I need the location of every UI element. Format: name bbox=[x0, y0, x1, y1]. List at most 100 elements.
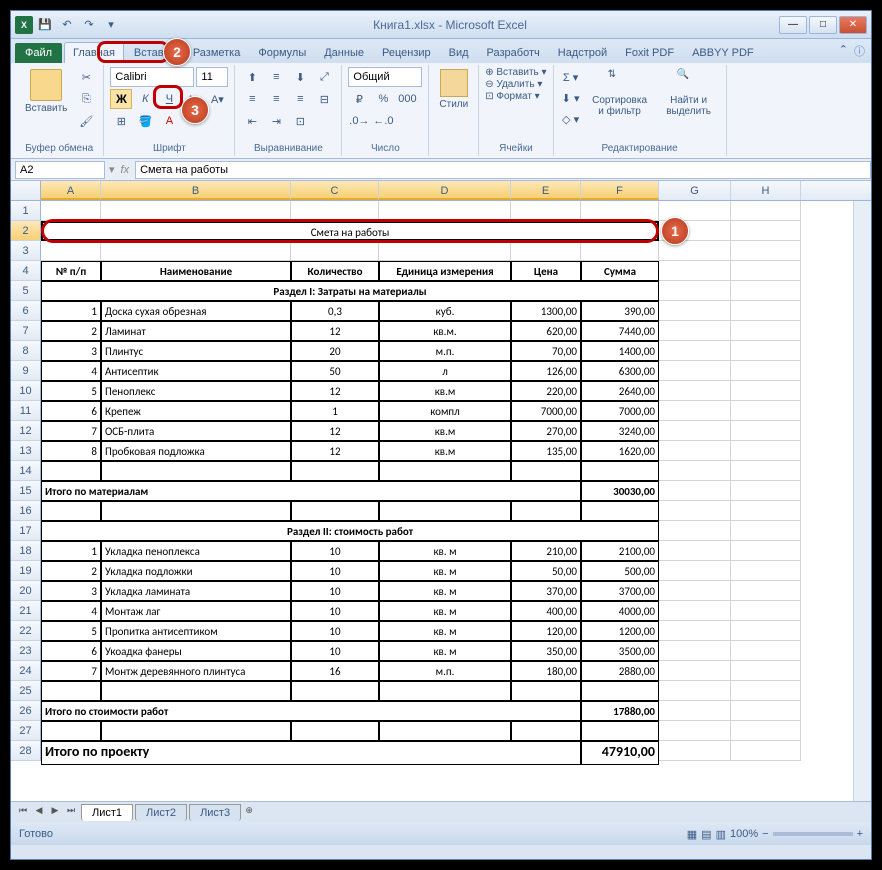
tab-foxit[interactable]: Foxit PDF bbox=[617, 43, 682, 63]
align-middle-icon[interactable]: ≡ bbox=[265, 67, 287, 87]
cell[interactable]: м.п. bbox=[379, 341, 511, 361]
cell[interactable]: 12 bbox=[291, 441, 379, 461]
cell[interactable]: 7000,00 bbox=[581, 401, 659, 421]
align-right-icon[interactable]: ≡ bbox=[289, 89, 311, 109]
cell[interactable]: кв. м bbox=[379, 621, 511, 641]
cell[interactable] bbox=[101, 721, 291, 741]
row-header[interactable]: 23 bbox=[11, 641, 41, 661]
cell[interactable]: Итого по материалам bbox=[41, 481, 581, 501]
select-all-corner[interactable] bbox=[11, 181, 41, 200]
cell[interactable] bbox=[731, 361, 801, 381]
font-color-icon[interactable]: A bbox=[158, 111, 180, 131]
cell[interactable]: 270,00 bbox=[511, 421, 581, 441]
cell[interactable]: Укладка подложки bbox=[101, 561, 291, 581]
cell[interactable]: 120,00 bbox=[511, 621, 581, 641]
zoom-level[interactable]: 100% bbox=[730, 828, 758, 840]
cell[interactable] bbox=[659, 641, 731, 661]
cell[interactable]: 3240,00 bbox=[581, 421, 659, 441]
cell[interactable] bbox=[41, 241, 101, 261]
cell[interactable] bbox=[731, 521, 801, 541]
cell[interactable] bbox=[731, 501, 801, 521]
cell[interactable] bbox=[659, 441, 731, 461]
cell[interactable] bbox=[291, 501, 379, 521]
cell[interactable] bbox=[379, 681, 511, 701]
col-header-H[interactable]: H bbox=[731, 181, 801, 200]
cell[interactable]: ОСБ-плита bbox=[101, 421, 291, 441]
row-header[interactable]: 3 bbox=[11, 241, 41, 261]
cell[interactable] bbox=[41, 201, 101, 221]
delete-cells-button[interactable]: ⊖ Удалить ▾ bbox=[485, 79, 546, 90]
cell[interactable] bbox=[41, 721, 101, 741]
cell[interactable]: 1620,00 bbox=[581, 441, 659, 461]
decimal-decrease-icon[interactable]: ←.0 bbox=[372, 111, 394, 131]
cell[interactable] bbox=[731, 641, 801, 661]
cell[interactable] bbox=[41, 681, 101, 701]
cell[interactable]: 30030,00 bbox=[581, 481, 659, 501]
cell[interactable] bbox=[511, 501, 581, 521]
tab-data[interactable]: Данные bbox=[316, 43, 372, 63]
cell[interactable]: кв.м bbox=[379, 421, 511, 441]
cell[interactable] bbox=[659, 281, 731, 301]
cell[interactable]: 135,00 bbox=[511, 441, 581, 461]
cell[interactable] bbox=[659, 681, 731, 701]
cell[interactable]: 10 bbox=[291, 581, 379, 601]
cell[interactable]: Наименование bbox=[101, 261, 291, 281]
cell[interactable] bbox=[731, 541, 801, 561]
maximize-button[interactable]: □ bbox=[809, 16, 837, 34]
cell[interactable]: кв. м bbox=[379, 641, 511, 661]
cell[interactable] bbox=[581, 241, 659, 261]
cell[interactable]: 4 bbox=[41, 361, 101, 381]
col-header-C[interactable]: C bbox=[291, 181, 379, 200]
cell[interactable] bbox=[659, 701, 731, 721]
cell[interactable]: куб. bbox=[379, 301, 511, 321]
row-header[interactable]: 7 bbox=[11, 321, 41, 341]
cell[interactable]: 10 bbox=[291, 621, 379, 641]
cell[interactable] bbox=[659, 401, 731, 421]
cell[interactable]: 180,00 bbox=[511, 661, 581, 681]
sheet-tab-3[interactable]: Лист3 bbox=[189, 804, 241, 821]
align-left-icon[interactable]: ≡ bbox=[241, 89, 263, 109]
cell[interactable] bbox=[659, 661, 731, 681]
cell[interactable] bbox=[731, 441, 801, 461]
cell[interactable] bbox=[731, 321, 801, 341]
row-header[interactable]: 11 bbox=[11, 401, 41, 421]
row-header[interactable]: 15 bbox=[11, 481, 41, 501]
fill-color-icon[interactable]: 🪣 bbox=[134, 111, 156, 131]
cell[interactable] bbox=[659, 361, 731, 381]
cell[interactable] bbox=[511, 241, 581, 261]
cell[interactable]: 0,3 bbox=[291, 301, 379, 321]
minimize-ribbon-icon[interactable]: ⌃ bbox=[839, 43, 848, 59]
file-tab[interactable]: Файл bbox=[15, 43, 62, 63]
row-header[interactable]: 21 bbox=[11, 601, 41, 621]
cell[interactable] bbox=[731, 401, 801, 421]
cell[interactable] bbox=[659, 341, 731, 361]
cell[interactable]: № п/п bbox=[41, 261, 101, 281]
cell[interactable] bbox=[731, 421, 801, 441]
cell[interactable]: Пеноплекс bbox=[101, 381, 291, 401]
cell[interactable]: кв. м bbox=[379, 581, 511, 601]
row-header[interactable]: 19 bbox=[11, 561, 41, 581]
cell[interactable]: Укладка ламината bbox=[101, 581, 291, 601]
cell[interactable] bbox=[379, 241, 511, 261]
align-center-icon[interactable]: ≡ bbox=[265, 89, 287, 109]
vertical-scrollbar[interactable] bbox=[853, 201, 871, 801]
row-header[interactable]: 27 bbox=[11, 721, 41, 741]
cell[interactable]: 220,00 bbox=[511, 381, 581, 401]
cell[interactable]: Раздел II: стоимость работ bbox=[41, 521, 659, 541]
format-cells-button[interactable]: ⊡ Формат ▾ bbox=[485, 91, 546, 102]
cell[interactable]: м.п. bbox=[379, 661, 511, 681]
cell[interactable] bbox=[41, 461, 101, 481]
cell[interactable]: 1300,00 bbox=[511, 301, 581, 321]
row-header[interactable]: 4 bbox=[11, 261, 41, 281]
cell[interactable]: 6 bbox=[41, 641, 101, 661]
cell[interactable] bbox=[511, 201, 581, 221]
number-format-select[interactable]: Общий bbox=[348, 67, 422, 87]
clear-icon[interactable]: ◇ ▾ bbox=[560, 109, 582, 129]
cell[interactable]: 5 bbox=[41, 381, 101, 401]
wrap-text-icon[interactable]: ⊟ bbox=[313, 89, 335, 109]
sheet-tab-1[interactable]: Лист1 bbox=[81, 804, 133, 821]
col-header-E[interactable]: E bbox=[511, 181, 581, 200]
styles-button[interactable]: Стили bbox=[435, 67, 472, 112]
underline-button[interactable]: Ч bbox=[158, 89, 180, 109]
cell[interactable] bbox=[101, 201, 291, 221]
